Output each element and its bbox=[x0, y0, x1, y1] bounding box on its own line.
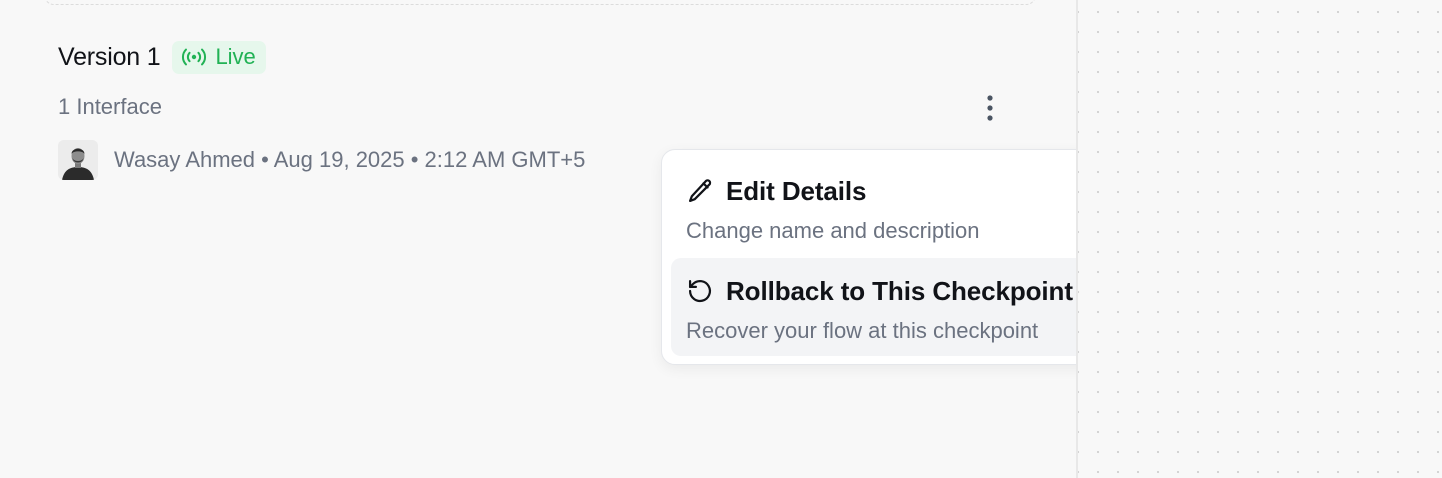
live-status-badge: Live bbox=[172, 40, 266, 74]
avatar bbox=[58, 140, 98, 180]
rotate-ccw-icon bbox=[688, 279, 712, 303]
menu-item-title: Rollback to This Checkpoint bbox=[726, 275, 1073, 306]
author-and-timestamp: Wasay Ahmed • Aug 19, 2025 • 2:12 AM GMT… bbox=[114, 147, 586, 172]
version-title: Version 1 bbox=[58, 42, 161, 71]
menu-item-description: Recover your flow at this checkpoint bbox=[686, 318, 1039, 343]
menu-item-title: Edit Details bbox=[726, 175, 867, 206]
previous-version-card-edge bbox=[44, 0, 1036, 5]
menu-item-description: Change name and description bbox=[686, 218, 980, 243]
more-options-button[interactable] bbox=[976, 92, 1004, 124]
interface-count: 1 Interface bbox=[58, 94, 162, 119]
app-root: Version 1 Live 1 Interface Wasay Ahmed •… bbox=[0, 0, 1442, 478]
pencil-icon bbox=[688, 179, 712, 203]
version-history-panel: Version 1 Live 1 Interface Wasay Ahmed •… bbox=[0, 0, 1317, 478]
live-badge-label: Live bbox=[215, 44, 256, 69]
author-row: Wasay Ahmed • Aug 19, 2025 • 2:12 AM GMT… bbox=[58, 140, 585, 180]
broadcast-icon bbox=[182, 48, 207, 66]
dotted-canvas[interactable] bbox=[1078, 0, 1442, 478]
kebab-menu-icon bbox=[987, 95, 993, 121]
version-header: Version 1 Live bbox=[58, 40, 266, 74]
